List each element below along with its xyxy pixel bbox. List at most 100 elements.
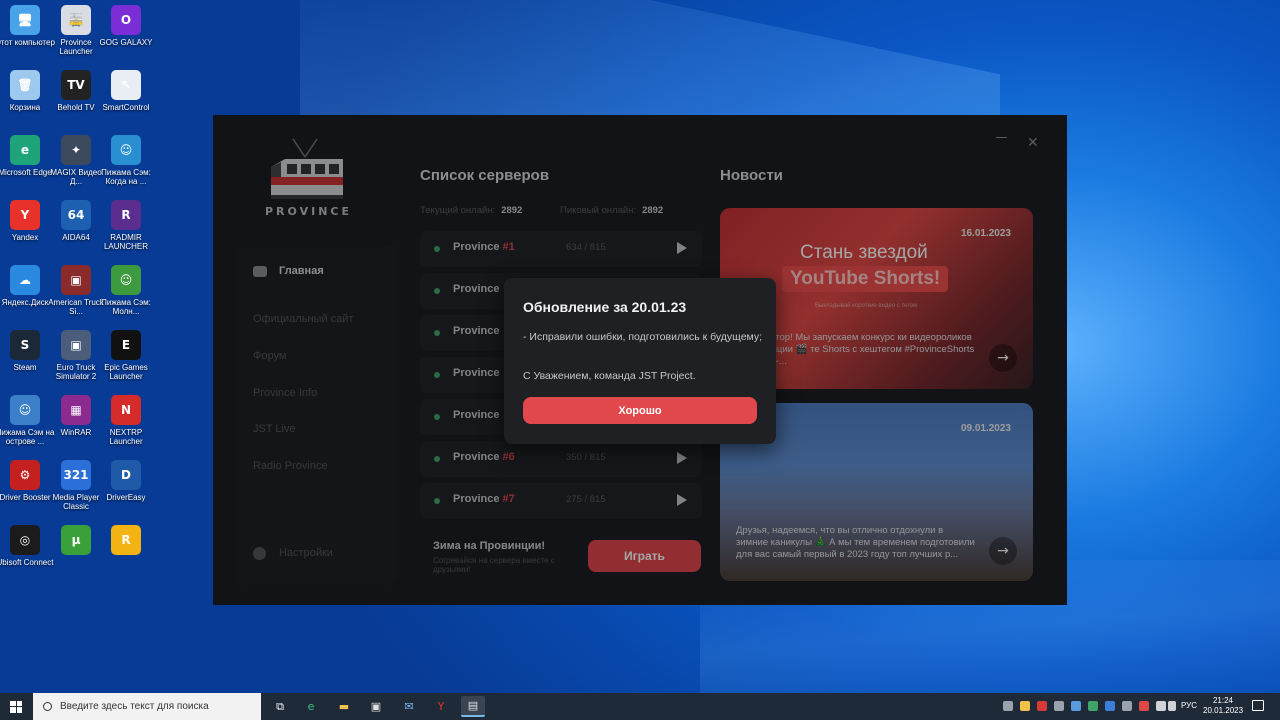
- tray-app-icon[interactable]: [1139, 701, 1149, 711]
- tray-app-icon[interactable]: [1037, 701, 1047, 711]
- news-title: Новости: [720, 167, 783, 184]
- tray-app-icon[interactable]: [1071, 701, 1081, 711]
- play-icon[interactable]: [677, 452, 687, 464]
- desktop-icon[interactable]: N NEXTRP Launcher: [94, 395, 158, 446]
- desktop-icon-label: AIDA64: [62, 233, 90, 242]
- app-icon-glyph: ✦: [61, 135, 91, 165]
- desktop-icon[interactable]: O GOG GALAXY: [94, 5, 158, 47]
- server-name: Province #7: [453, 493, 515, 505]
- desktop-icon[interactable]: ↖ SmartControl: [94, 70, 158, 112]
- desktop-icon-label: WinRAR: [60, 428, 92, 437]
- app-icon: 🗑: [10, 70, 40, 100]
- windows-icon: [10, 700, 22, 713]
- online-status-dot: [434, 288, 440, 294]
- desktop-icon-label: RADMIR LAUNCHER: [103, 233, 148, 251]
- desktop-icon-label: Behold TV: [57, 103, 95, 112]
- server-row[interactable]: Province #6 350 / 815: [420, 441, 702, 477]
- peak-online-stat: Пиковый онлайн: 2892: [560, 205, 664, 216]
- volume-icon[interactable]: [1168, 701, 1176, 711]
- edge-icon[interactable]: e: [299, 696, 323, 717]
- yandex-browser-icon[interactable]: Y: [429, 696, 453, 717]
- logo-text: PROVINCE: [265, 205, 352, 218]
- news-date: 16.01.2023: [960, 228, 1011, 239]
- server-name: Province: [453, 325, 500, 337]
- dialog-signature: С Уважением, команда JST Project.: [523, 370, 696, 382]
- desktop-icon[interactable]: ☺ Пижама Сэм: Молн...: [94, 265, 158, 316]
- desktop-icon[interactable]: E Epic Games Launcher: [94, 330, 158, 381]
- nav-forum[interactable]: Форум: [253, 350, 286, 362]
- play-icon[interactable]: [677, 242, 687, 254]
- ok-button[interactable]: Хорошо: [523, 397, 757, 424]
- desktop-icon-label: Yandex: [11, 233, 39, 242]
- server-player-count: 350 / 815: [566, 452, 606, 463]
- app-icon-glyph: 64: [61, 200, 91, 230]
- desktop-icon-label: NEXTRP Launcher: [109, 428, 143, 446]
- dialog-title: Обновление за 20.01.23: [523, 299, 687, 315]
- gear-icon: [253, 547, 266, 560]
- desktop-icon[interactable]: ☺ Пижама Сэм: Когда на ...: [94, 135, 158, 186]
- app-icon: ▣: [61, 265, 91, 295]
- province-launcher-taskbar-icon[interactable]: ▤: [461, 696, 485, 717]
- taskbar-clock[interactable]: 21:24 20.01.2023: [1203, 696, 1243, 716]
- store-icon[interactable]: ▣: [364, 696, 388, 717]
- app-icon-glyph: R: [111, 525, 141, 555]
- nav-province-info[interactable]: Province Info: [253, 387, 317, 399]
- server-row[interactable]: Province #7 275 / 815: [420, 483, 702, 519]
- tray-app-icon[interactable]: [1122, 701, 1132, 711]
- arrow-right-icon[interactable]: →: [989, 537, 1017, 565]
- server-name: Province: [453, 367, 500, 379]
- province-logo: [265, 137, 349, 203]
- tray-app-icon[interactable]: [1020, 701, 1030, 711]
- desktop-icon[interactable]: D DriverEasy: [94, 460, 158, 502]
- app-icon: ☁: [10, 265, 40, 295]
- desktop-icon[interactable]: R: [94, 525, 158, 558]
- play-button[interactable]: Играть: [588, 540, 701, 572]
- file-explorer-icon[interactable]: ▬: [332, 696, 356, 717]
- app-icon-glyph: μ: [61, 525, 91, 555]
- input-language[interactable]: РУС: [1181, 701, 1197, 710]
- arrow-right-icon[interactable]: →: [989, 344, 1017, 372]
- start-button[interactable]: [0, 693, 32, 720]
- desktop-icon-label: Steam: [13, 363, 37, 372]
- minimize-button[interactable]: [996, 137, 1007, 138]
- online-status-dot: [434, 414, 440, 420]
- app-icon: R: [111, 525, 141, 555]
- nav-jst-live[interactable]: JST Live: [253, 423, 296, 435]
- app-icon: 321: [61, 460, 91, 490]
- bluetooth-icon[interactable]: [1105, 701, 1115, 711]
- nav-official-site[interactable]: Официальный сайт: [253, 313, 353, 325]
- app-icon-glyph: 🚋: [61, 5, 91, 35]
- app-icon: μ: [61, 525, 91, 555]
- online-status-dot: [434, 246, 440, 252]
- tray-app-icon[interactable]: [1054, 701, 1064, 711]
- notification-icon[interactable]: [1252, 700, 1264, 711]
- tray-app-icon[interactable]: [1003, 701, 1013, 711]
- app-icon: R: [111, 200, 141, 230]
- app-icon-glyph: 🗑: [10, 70, 40, 100]
- desktop-icon[interactable]: R RADMIR LAUNCHER: [94, 200, 158, 251]
- close-button[interactable]: ✕: [1027, 135, 1039, 151]
- app-icon: 🚋: [61, 5, 91, 35]
- task-view-icon[interactable]: ⧉: [268, 696, 292, 717]
- server-row[interactable]: Province #1 634 / 815: [420, 231, 702, 267]
- app-icon-glyph: Y: [10, 200, 40, 230]
- tray-app-icon[interactable]: [1088, 701, 1098, 711]
- app-icon: ⚙: [10, 460, 40, 490]
- network-icon[interactable]: [1156, 701, 1166, 711]
- promo-subtitle: Согревайся на сервера вместе с друзьями!: [433, 556, 555, 574]
- online-status-dot: [434, 498, 440, 504]
- app-icon: E: [111, 330, 141, 360]
- nav-radio-province[interactable]: Radio Province: [253, 460, 328, 472]
- desktop-icon-label: Пижама Сэм: Когда на ...: [101, 168, 151, 186]
- play-icon[interactable]: [677, 494, 687, 506]
- banner-highlight: YouTube Shorts!: [782, 266, 949, 292]
- mail-icon[interactable]: ✉: [397, 696, 421, 717]
- server-name: Province #1: [453, 241, 515, 253]
- taskbar-search[interactable]: [33, 693, 261, 720]
- nav-settings[interactable]: Настройки: [279, 547, 333, 559]
- app-icon-glyph: ⚙: [10, 460, 40, 490]
- app-icon: ▦: [61, 395, 91, 425]
- app-icon-glyph: 🖥: [10, 5, 40, 35]
- nav-home[interactable]: Главная: [279, 265, 324, 277]
- search-input[interactable]: [60, 701, 220, 712]
